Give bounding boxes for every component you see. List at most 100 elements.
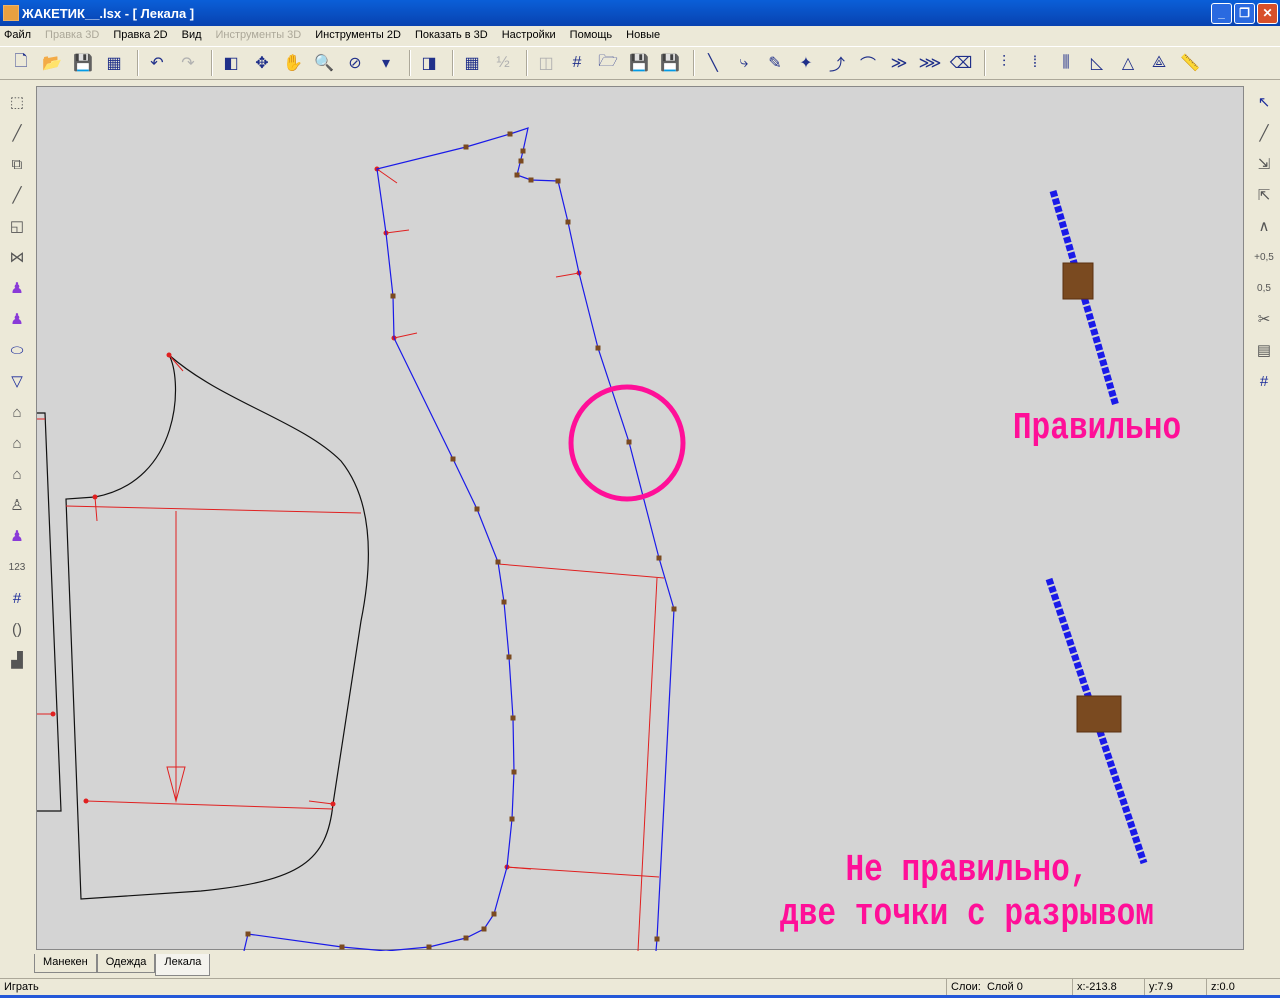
- pattern-canvas[interactable]: Правильно Не правильно, две точки с разр…: [36, 86, 1244, 951]
- redo-icon[interactable]: ↷: [175, 50, 201, 76]
- copy-piece-icon[interactable]: ⧉: [4, 151, 30, 177]
- pattern-point[interactable]: [506, 654, 512, 660]
- distribute-icon[interactable]: ⁞: [1022, 50, 1048, 76]
- measure-angle-icon[interactable]: ∧: [1251, 213, 1277, 239]
- save-icon[interactable]: 💾: [70, 50, 96, 76]
- tp-save-as-icon[interactable]: 💾: [657, 50, 683, 76]
- rotate-icon[interactable]: ✥: [249, 50, 275, 76]
- menu-0[interactable]: Файл: [4, 29, 31, 41]
- color-grid-icon[interactable]: ▦: [459, 50, 485, 76]
- panel-icon[interactable]: ◧: [218, 50, 244, 76]
- fractions-icon[interactable]: ½: [490, 50, 516, 76]
- pattern-point[interactable]: [501, 599, 507, 605]
- pattern-point[interactable]: [463, 144, 469, 150]
- minimize-button[interactable]: _: [1211, 3, 1232, 24]
- open-icon[interactable]: 📂: [39, 50, 65, 76]
- dress-form-icon[interactable]: ♙: [4, 492, 30, 518]
- pattern-point[interactable]: [509, 816, 515, 822]
- grid-icon[interactable]: #: [1251, 368, 1277, 394]
- ellipse-icon[interactable]: ⬭: [4, 337, 30, 363]
- piece-tool-icon[interactable]: ◱: [4, 213, 30, 239]
- view-dropdown-icon[interactable]: ▾: [373, 50, 399, 76]
- line-icon[interactable]: ╲: [700, 50, 726, 76]
- scale-x-icon[interactable]: ⇲: [1251, 151, 1277, 177]
- tp-save-icon[interactable]: 💾: [626, 50, 652, 76]
- bezier-icon[interactable]: ⌒: [855, 50, 881, 76]
- pattern-point[interactable]: [390, 293, 396, 299]
- line-tool-icon[interactable]: ╱: [1251, 120, 1277, 146]
- collar-icon[interactable]: ▽: [4, 368, 30, 394]
- pattern-point[interactable]: [528, 177, 534, 183]
- bracket-icon[interactable]: (): [4, 616, 30, 642]
- pattern-point[interactable]: [474, 506, 480, 512]
- undo-icon[interactable]: ↶: [144, 50, 170, 76]
- pattern-point[interactable]: [654, 936, 660, 942]
- cursor-icon[interactable]: ↖: [1251, 89, 1277, 115]
- figure-icon[interactable]: ⌂: [4, 461, 30, 487]
- pattern-point[interactable]: [511, 769, 517, 775]
- pattern-point[interactable]: [656, 555, 662, 561]
- pattern-point[interactable]: [626, 439, 632, 445]
- pattern-point[interactable]: [565, 219, 571, 225]
- pattern-point[interactable]: [520, 148, 526, 154]
- pin-icon[interactable]: ╱: [4, 182, 30, 208]
- pattern-point[interactable]: [450, 456, 456, 462]
- menu-8[interactable]: Помощь: [570, 29, 613, 41]
- pattern-point[interactable]: [245, 931, 251, 937]
- menu-6[interactable]: Показать в 3D: [415, 29, 488, 41]
- eraser-icon[interactable]: ⌫: [948, 50, 974, 76]
- scale-y-icon[interactable]: ⇱: [1251, 182, 1277, 208]
- move-points-icon[interactable]: ≫: [886, 50, 912, 76]
- pants-alt-icon[interactable]: ⌂: [4, 430, 30, 456]
- restore-button[interactable]: ❐: [1234, 3, 1255, 24]
- pattern-point[interactable]: [518, 158, 524, 164]
- pattern-point[interactable]: [595, 345, 601, 351]
- select-piece-icon[interactable]: ⬚: [4, 89, 30, 115]
- grid-icon[interactable]: #: [564, 50, 590, 76]
- pattern-point[interactable]: [671, 606, 677, 612]
- pants-icon[interactable]: ⌂: [4, 399, 30, 425]
- tp-open-icon[interactable]: 🗁: [595, 50, 621, 76]
- tab-lekala[interactable]: Лекала: [155, 954, 211, 976]
- tab-odezhda[interactable]: Одежда: [96, 954, 156, 973]
- pattern-point[interactable]: [491, 911, 497, 917]
- zoom-icon[interactable]: 🔍: [311, 50, 337, 76]
- tab-maneken[interactable]: Манекен: [34, 954, 97, 973]
- texture-icon[interactable]: ◨: [416, 50, 442, 76]
- pattern-outline-blue[interactable]: [243, 127, 675, 951]
- pattern-point[interactable]: [481, 926, 487, 932]
- plus-half-icon[interactable]: +0,5: [1251, 244, 1277, 270]
- save-all-icon[interactable]: ▦: [101, 50, 127, 76]
- mannequin-jacket-icon[interactable]: ♟: [4, 306, 30, 332]
- pattern-point[interactable]: [555, 178, 561, 184]
- add-point-icon[interactable]: ⤴: [824, 50, 850, 76]
- menu-5[interactable]: Инструменты 2D: [315, 29, 401, 41]
- numbering-icon[interactable]: 123: [4, 554, 30, 580]
- layers-icon[interactable]: ▤: [1251, 337, 1277, 363]
- measure-icon[interactable]: ◺: [1084, 50, 1110, 76]
- menu-7[interactable]: Настройки: [502, 29, 556, 41]
- ruler-icon[interactable]: 📏: [1177, 50, 1203, 76]
- point-icon[interactable]: ✦: [793, 50, 819, 76]
- pattern-point[interactable]: [463, 935, 469, 941]
- align-icon[interactable]: ⫶: [991, 50, 1017, 76]
- pattern-point[interactable]: [510, 715, 516, 721]
- menu-9[interactable]: Новые: [626, 29, 660, 41]
- change-half-icon[interactable]: 0,5: [1251, 275, 1277, 301]
- pattern-point[interactable]: [495, 559, 501, 565]
- pattern-point[interactable]: [339, 944, 345, 950]
- pattern-point[interactable]: [426, 944, 432, 950]
- spacing-icon[interactable]: ⫼: [1053, 50, 1079, 76]
- curve-icon[interactable]: ⤷: [731, 50, 757, 76]
- grid-icon[interactable]: #: [4, 585, 30, 611]
- body-icon[interactable]: ♟: [4, 523, 30, 549]
- pencil-icon[interactable]: ✎: [762, 50, 788, 76]
- new-icon[interactable]: 🗋: [8, 50, 34, 76]
- close-button[interactable]: ✕: [1257, 3, 1278, 24]
- menu-2[interactable]: Правка 2D: [113, 29, 167, 41]
- pattern-point[interactable]: [507, 131, 513, 137]
- brush-icon[interactable]: ╱: [4, 120, 30, 146]
- triangle-icon[interactable]: △: [1115, 50, 1141, 76]
- mirror-icon[interactable]: ⋈: [4, 244, 30, 270]
- pattern-point[interactable]: [514, 172, 520, 178]
